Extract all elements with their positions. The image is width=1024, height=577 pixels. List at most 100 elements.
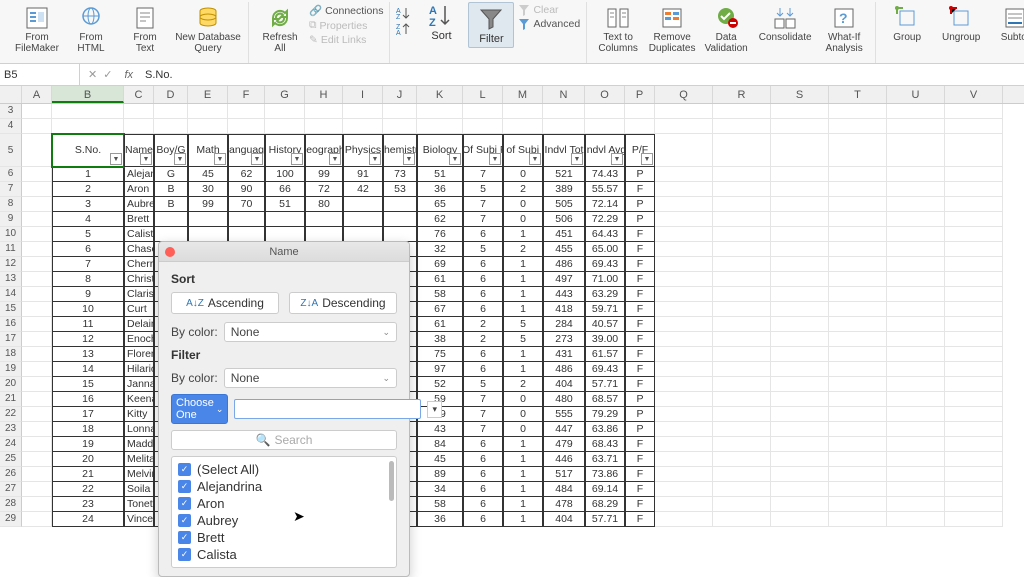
cell[interactable] <box>417 119 463 134</box>
cell[interactable] <box>713 467 771 482</box>
edit-links-button[interactable]: ✎Edit Links <box>309 34 383 46</box>
cell[interactable] <box>887 437 945 452</box>
table-cell[interactable]: 447 <box>543 422 585 437</box>
cell[interactable] <box>945 437 1003 452</box>
table-cell[interactable] <box>383 197 417 212</box>
table-cell[interactable]: 506 <box>543 212 585 227</box>
table-header[interactable]: S.No.▼ <box>52 134 124 167</box>
cell[interactable] <box>655 347 713 362</box>
row-header[interactable]: 26 <box>0 467 22 482</box>
table-cell[interactable]: 1 <box>503 482 543 497</box>
cell[interactable] <box>945 197 1003 212</box>
cell[interactable] <box>887 182 945 197</box>
cell[interactable] <box>887 212 945 227</box>
cell[interactable] <box>188 104 228 119</box>
table-cell[interactable]: 80 <box>305 197 343 212</box>
data-validation-button[interactable]: DataValidation <box>701 2 751 54</box>
cell[interactable] <box>771 497 829 512</box>
table-cell[interactable]: 66 <box>265 182 305 197</box>
table-cell[interactable]: 7 <box>463 167 503 182</box>
cell[interactable] <box>771 332 829 347</box>
table-cell[interactable] <box>383 227 417 242</box>
refresh-all-button[interactable]: RefreshAll <box>255 2 305 54</box>
filter-dropdown-icon[interactable]: ▼ <box>529 153 541 165</box>
cell[interactable] <box>771 467 829 482</box>
sort-descending-button[interactable]: Z↓ADescending <box>289 292 397 314</box>
column-header-R[interactable]: R <box>713 86 771 103</box>
chevron-down-icon[interactable]: ▾ <box>427 401 442 418</box>
table-header[interactable]: Language▼ <box>228 134 265 167</box>
cell[interactable] <box>771 134 829 167</box>
row-header[interactable]: 8 <box>0 197 22 212</box>
cell[interactable] <box>771 167 829 182</box>
connections-button[interactable]: 🔗Connections <box>309 4 383 17</box>
table-cell[interactable]: 69.43 <box>585 362 625 377</box>
table-cell[interactable] <box>154 212 188 227</box>
table-cell[interactable]: 6 <box>463 452 503 467</box>
cell[interactable] <box>945 452 1003 467</box>
table-cell[interactable]: P <box>625 212 655 227</box>
table-cell[interactable]: 72 <box>305 182 343 197</box>
table-cell[interactable]: P <box>625 197 655 212</box>
table-cell[interactable] <box>265 212 305 227</box>
table-cell[interactable]: 51 <box>265 197 305 212</box>
row-header[interactable]: 16 <box>0 317 22 332</box>
cell[interactable] <box>945 167 1003 182</box>
cell[interactable] <box>52 104 124 119</box>
column-header-T[interactable]: T <box>829 86 887 103</box>
cell[interactable] <box>945 317 1003 332</box>
column-header-L[interactable]: L <box>463 86 503 103</box>
cell[interactable] <box>22 227 52 242</box>
table-cell[interactable]: 12 <box>52 332 124 347</box>
row-header[interactable]: 11 <box>0 242 22 257</box>
table-cell[interactable]: Soila <box>124 482 154 497</box>
filter-item[interactable]: ✓Calista <box>178 546 390 563</box>
cell[interactable] <box>887 197 945 212</box>
table-cell[interactable]: 5 <box>503 317 543 332</box>
cell[interactable] <box>22 197 52 212</box>
cell[interactable] <box>945 377 1003 392</box>
table-cell[interactable]: 16 <box>52 392 124 407</box>
cell[interactable] <box>771 182 829 197</box>
table-cell[interactable]: 13 <box>52 347 124 362</box>
cell[interactable] <box>945 347 1003 362</box>
cell[interactable] <box>829 242 887 257</box>
cell[interactable] <box>945 104 1003 119</box>
table-cell[interactable]: 20 <box>52 452 124 467</box>
cell[interactable] <box>771 302 829 317</box>
cell[interactable] <box>22 482 52 497</box>
cell[interactable] <box>829 332 887 347</box>
cell[interactable] <box>829 302 887 317</box>
table-cell[interactable]: 455 <box>543 242 585 257</box>
table-cell[interactable]: F <box>625 437 655 452</box>
row-header[interactable]: 28 <box>0 497 22 512</box>
cell[interactable] <box>22 167 52 182</box>
consolidate-button[interactable]: Consolidate <box>755 2 815 43</box>
cell[interactable] <box>945 287 1003 302</box>
cell[interactable] <box>887 167 945 182</box>
whatif-button[interactable]: ? What-IfAnalysis <box>819 2 869 54</box>
table-cell[interactable]: 6 <box>463 497 503 512</box>
table-cell[interactable] <box>343 212 383 227</box>
cell[interactable] <box>713 407 771 422</box>
table-cell[interactable]: 1 <box>503 362 543 377</box>
table-cell[interactable]: 1 <box>503 347 543 362</box>
table-cell[interactable]: 53 <box>383 182 417 197</box>
table-cell[interactable] <box>343 197 383 212</box>
table-cell[interactable]: 0 <box>503 392 543 407</box>
cell[interactable] <box>22 362 52 377</box>
cell[interactable] <box>887 512 945 527</box>
table-cell[interactable]: 62 <box>417 212 463 227</box>
table-cell[interactable]: F <box>625 287 655 302</box>
table-cell[interactable]: 61 <box>417 317 463 332</box>
cell[interactable] <box>343 104 383 119</box>
table-cell[interactable]: 1 <box>503 257 543 272</box>
cell[interactable] <box>829 407 887 422</box>
table-cell[interactable]: F <box>625 497 655 512</box>
cell[interactable] <box>713 257 771 272</box>
table-cell[interactable]: 38 <box>417 332 463 347</box>
cell[interactable] <box>713 119 771 134</box>
cell[interactable] <box>22 377 52 392</box>
row-header[interactable]: 29 <box>0 512 22 527</box>
cell[interactable] <box>22 467 52 482</box>
